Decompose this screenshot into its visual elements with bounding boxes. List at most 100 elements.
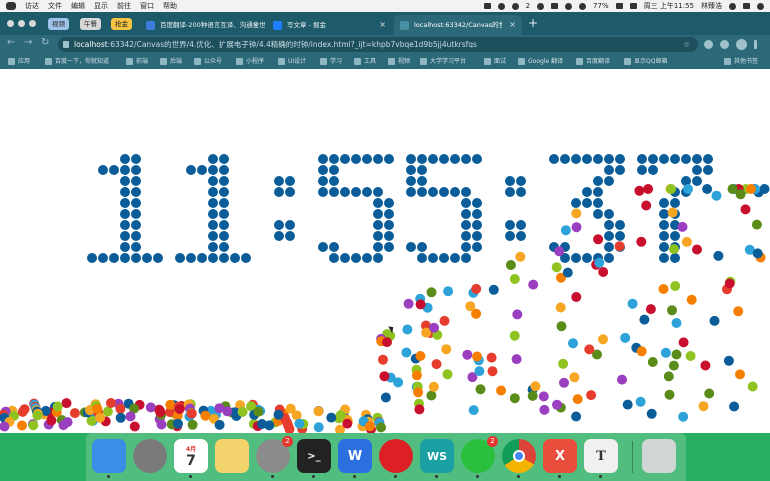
chrome-icon[interactable] xyxy=(502,439,536,478)
menu-edit[interactable]: 编辑 xyxy=(71,1,85,11)
clipboard-icon[interactable] xyxy=(551,3,559,9)
wps-office-icon[interactable]: W xyxy=(338,439,372,478)
menu-file[interactable]: 文件 xyxy=(48,1,62,11)
menu-window[interactable]: 窗口 xyxy=(140,1,154,11)
tab-group-gold[interactable]: 抢金 xyxy=(111,18,132,30)
extensions-icon[interactable] xyxy=(704,40,713,49)
wechat-status-icon[interactable] xyxy=(511,2,519,10)
bookmark-item[interactable]: 百度一下，你就知道 xyxy=(45,54,109,69)
record-icon[interactable] xyxy=(483,3,491,9)
menu-help[interactable]: 帮助 xyxy=(163,1,177,11)
clock-dot xyxy=(472,209,482,219)
input-method-icon[interactable] xyxy=(629,3,637,9)
minimize-window-icon[interactable] xyxy=(18,20,25,27)
typora-icon[interactable]: T xyxy=(584,439,618,478)
bouncing-ball xyxy=(429,322,439,333)
battery-icon[interactable] xyxy=(615,3,623,9)
bouncing-ball xyxy=(414,404,425,415)
clock-canvas[interactable] xyxy=(0,69,770,433)
bookmark-item[interactable]: 前端 xyxy=(126,54,148,69)
bouncing-ball xyxy=(511,354,522,365)
system-preferences-icon[interactable]: 2 xyxy=(256,436,293,478)
menu-finder[interactable]: 访达 xyxy=(25,1,39,11)
bookmark-item[interactable]: 百度翻译 xyxy=(576,54,610,69)
siri-icon[interactable] xyxy=(757,2,764,10)
bookmark-item[interactable]: 应用 xyxy=(8,54,30,69)
bouncing-ball xyxy=(729,401,740,412)
volume-icon[interactable] xyxy=(579,2,587,10)
close-window-icon[interactable] xyxy=(7,20,14,27)
menubar-user[interactable]: 林臻浩 xyxy=(701,1,722,11)
bookmark-item[interactable]: UI设计 xyxy=(278,54,306,69)
bookmark-item[interactable]: 公众号 xyxy=(194,54,222,69)
bookmark-item[interactable]: 其他书签 xyxy=(724,54,758,69)
bouncing-ball xyxy=(527,390,538,401)
bouncing-ball xyxy=(431,359,442,370)
site-info-icon[interactable] xyxy=(63,41,69,48)
tab-search-icon[interactable] xyxy=(720,40,729,49)
bouncing-ball xyxy=(735,369,745,380)
calendar-icon[interactable]: 4月 7 xyxy=(174,439,208,478)
bouncing-ball xyxy=(751,219,762,230)
reload-icon[interactable]: ↻ xyxy=(41,37,49,48)
address-bar[interactable]: localhost:63342/Canvas的世界/4.优化、扩展电子钟/4.4… xyxy=(58,37,698,52)
control-center-icon[interactable] xyxy=(743,3,750,9)
tab-group-video[interactable]: 视频 xyxy=(48,18,69,30)
clock-dot xyxy=(659,231,669,241)
menubar-clock[interactable]: 周三 上午11:55 xyxy=(644,1,694,11)
wifi-icon[interactable] xyxy=(565,2,573,10)
clock-dot xyxy=(373,187,383,197)
bookmark-item[interactable]: 显示QQ邮箱 xyxy=(624,54,667,69)
more-menu-icon[interactable] xyxy=(754,40,757,49)
netease-music-icon[interactable] xyxy=(379,439,413,478)
apple-menu-icon[interactable] xyxy=(6,2,16,10)
page-viewport[interactable] xyxy=(0,69,770,433)
bookmark-item[interactable]: 学习 xyxy=(320,54,342,69)
trash-icon[interactable] xyxy=(642,439,676,473)
bouncing-ball xyxy=(393,377,404,388)
search-icon[interactable] xyxy=(729,2,736,10)
menu-view[interactable]: 显示 xyxy=(94,1,108,11)
qq-icon[interactable] xyxy=(497,2,505,10)
tab-group-lunch[interactable]: 午餐 xyxy=(80,18,101,30)
tab-juejin[interactable]: 写文章 - 掘金 × xyxy=(267,15,392,35)
notes-icon[interactable] xyxy=(215,439,249,473)
wechat-icon[interactable]: 2 xyxy=(461,436,498,478)
new-tab-icon[interactable]: + xyxy=(528,16,538,30)
wechat-unread-count: 2 xyxy=(525,2,531,10)
close-tab-icon[interactable]: × xyxy=(509,15,516,35)
bookmark-item[interactable]: 后端 xyxy=(160,54,182,69)
bookmark-item[interactable]: 小程序 xyxy=(236,54,264,69)
clock-dot xyxy=(109,165,119,175)
close-tab-icon[interactable]: × xyxy=(379,15,386,35)
tab-localhost[interactable]: localhost:63342/Canvas的世界/4.优化、扩展电子钟/4.4… xyxy=(394,15,522,35)
clock-dot xyxy=(582,253,592,263)
xmind-icon[interactable]: X xyxy=(543,439,577,478)
bookmark-item[interactable]: 视频 xyxy=(388,54,410,69)
tab-baidu-translate[interactable]: 百度翻译-200种语言互译、沟通全世界！ × xyxy=(140,15,265,35)
maximize-window-icon[interactable] xyxy=(29,20,36,27)
bouncing-ball xyxy=(627,298,638,309)
menu-go[interactable]: 前往 xyxy=(117,1,131,11)
terminal-icon[interactable]: >_ xyxy=(297,439,331,478)
forward-icon[interactable]: → xyxy=(24,37,32,48)
bouncing-ball xyxy=(415,351,426,361)
bouncing-ball xyxy=(426,287,437,298)
chrome-status-icon[interactable] xyxy=(537,2,545,10)
bookmark-item[interactable]: 工具 xyxy=(354,54,376,69)
close-tab-icon[interactable]: × xyxy=(252,15,259,35)
bookmark-item[interactable]: 大学学习平台 xyxy=(420,54,466,69)
bookmark-star-icon[interactable]: ☆ xyxy=(683,37,690,52)
folder-icon xyxy=(388,58,395,65)
webstorm-icon[interactable]: WS xyxy=(420,439,454,478)
profile-avatar-icon[interactable] xyxy=(736,39,747,50)
bouncing-ball xyxy=(326,412,337,423)
bouncing-ball xyxy=(677,221,688,232)
clock-dot xyxy=(472,220,482,230)
bookmark-item[interactable]: Google 翻译 xyxy=(518,54,563,69)
launchpad-icon[interactable] xyxy=(133,439,167,473)
finder-icon[interactable] xyxy=(92,439,126,478)
clock-dot xyxy=(197,253,207,263)
bookmark-item[interactable]: 面试 xyxy=(484,54,506,69)
back-icon[interactable]: ← xyxy=(7,37,15,48)
